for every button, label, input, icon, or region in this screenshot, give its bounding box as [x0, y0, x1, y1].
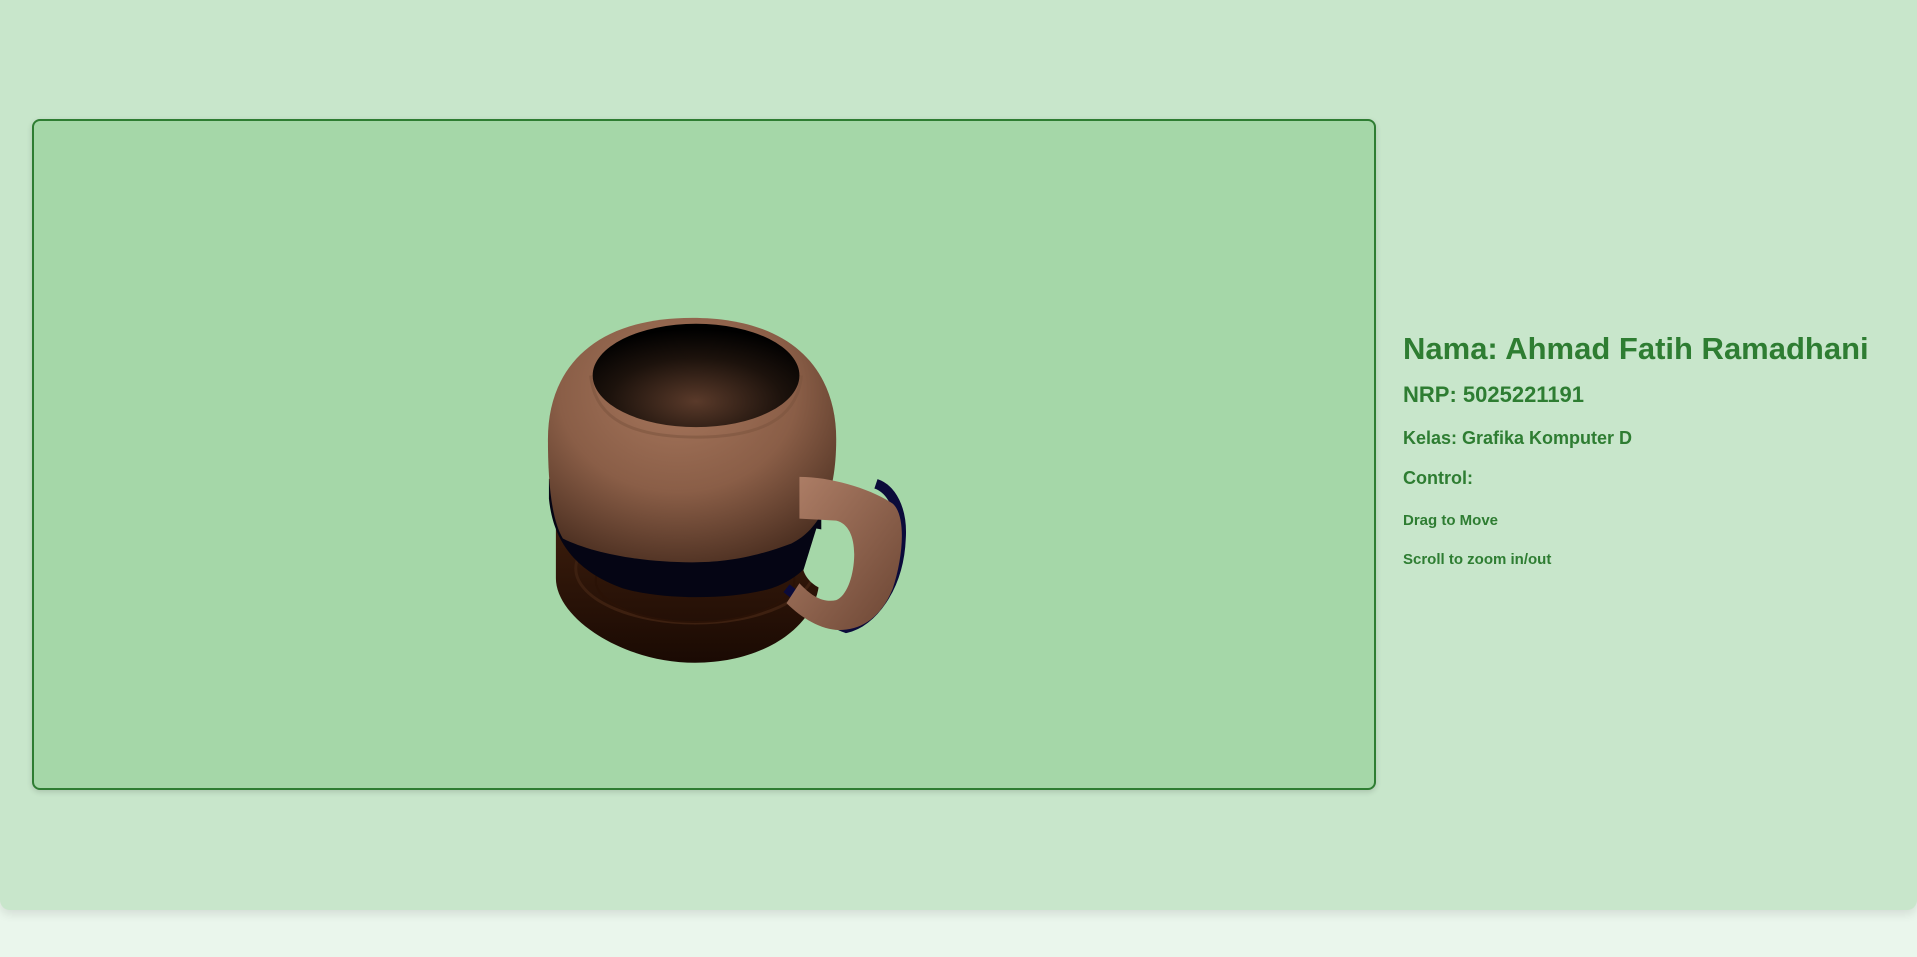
- page-container: Nama: Ahmad Fatih Ramadhani NRP: 5025221…: [0, 0, 1917, 910]
- info-panel: Nama: Ahmad Fatih Ramadhani NRP: 5025221…: [1403, 325, 1903, 571]
- 3d-canvas-viewport[interactable]: [32, 119, 1376, 790]
- control-heading: Control:: [1403, 468, 1473, 488]
- class-label: Kelas: Grafika Komputer D: [1403, 428, 1633, 448]
- student-nrp: NRP: 5025221191: [1403, 382, 1585, 407]
- mug-render[interactable]: [34, 121, 1374, 788]
- mug-body: [547, 317, 837, 563]
- student-name: Nama: Ahmad Fatih Ramadhani: [1403, 331, 1869, 366]
- drag-hint: Drag to Move: [1403, 512, 1499, 529]
- scroll-hint: Scroll to zoom in/out: [1403, 551, 1552, 568]
